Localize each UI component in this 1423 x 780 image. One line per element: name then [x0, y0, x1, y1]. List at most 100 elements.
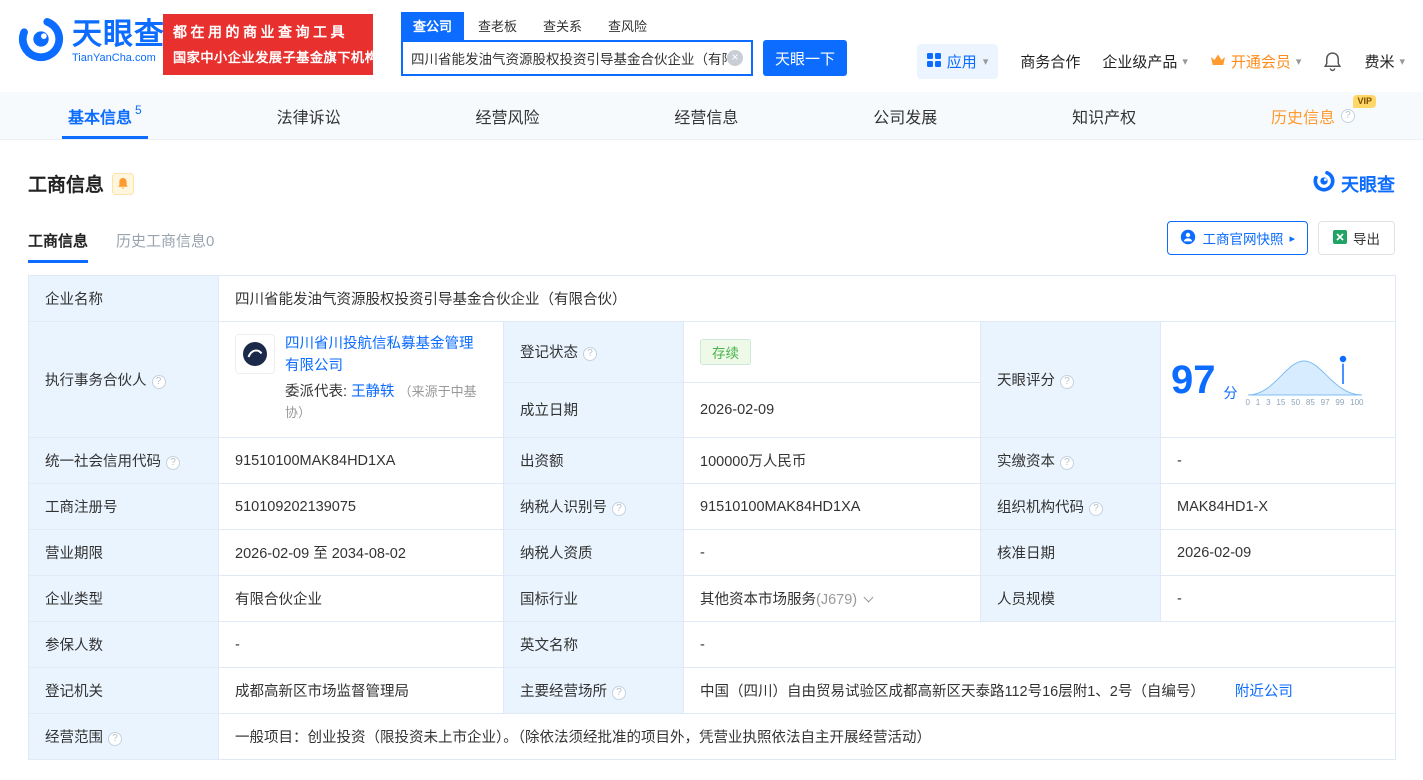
- industry-label: 国标行业: [503, 575, 684, 622]
- notifications-bell-icon[interactable]: [1323, 51, 1342, 72]
- search-area: 查公司 查老板 查关系 查风险 × 天眼一下: [401, 12, 847, 76]
- company-name-value: 四川省能发油气资源股权投资引导基金合伙企业（有限合伙）: [217, 275, 1397, 322]
- tianyancha-logo[interactable]: 天眼查 TianYanCha.com: [18, 16, 165, 67]
- company-section-tabs: 基本信息 5 法律诉讼 经营风险 经营信息 公司发展 知识产权 历史信息 ? V…: [0, 92, 1423, 140]
- credit-code-label: 统一社会信用代码?: [28, 437, 219, 484]
- tab-history-info[interactable]: 历史信息 ? VIP: [1265, 92, 1376, 139]
- tab-basic-info[interactable]: 基本信息 5: [62, 92, 148, 139]
- paid-capital-label: 实缴资本?: [980, 437, 1161, 484]
- search-tabs: 查公司 查老板 查关系 查风险: [401, 12, 847, 40]
- tab-basic-info-label: 基本信息: [68, 109, 133, 127]
- business-term-value: 2026-02-09 至 2034-08-02: [218, 529, 504, 576]
- taxpayer-quality-label: 纳税人资质: [503, 529, 684, 576]
- user-account-menu[interactable]: 费米 ▾: [1364, 51, 1405, 72]
- search-input[interactable]: [411, 50, 727, 66]
- executive-partner-label: 执行事务合伙人?: [28, 321, 219, 438]
- export-button-label: 导出: [1353, 232, 1380, 247]
- help-icon[interactable]: ?: [583, 347, 597, 362]
- table-row: 企业名称 四川省能发油气资源股权投资引导基金合伙企业（有限合伙）: [28, 275, 1397, 322]
- snapshot-button-label: 工商官网快照: [1202, 232, 1284, 247]
- tab-company-development-label: 公司发展: [873, 109, 938, 127]
- official-snapshot-button[interactable]: 工商官网快照 ▸: [1167, 221, 1308, 255]
- arrow-right-icon: ▸: [1289, 232, 1295, 245]
- enterprise-products-label: 企业级产品: [1102, 54, 1178, 71]
- chevron-down-icon: ▾: [982, 56, 989, 68]
- help-icon[interactable]: ?: [151, 375, 166, 389]
- tab-basic-info-badge: 5: [135, 102, 142, 117]
- industry-value: 其他资本市场服务(J679): [683, 575, 981, 622]
- score-axis-ticks: 0 1 3 15 50 85 97 99 100: [1245, 397, 1364, 407]
- clear-search-icon[interactable]: ×: [727, 50, 743, 66]
- help-icon[interactable]: ?: [1340, 108, 1355, 123]
- address-label: 主要经营场所?: [503, 667, 684, 714]
- enterprise-products-menu[interactable]: 企业级产品 ▾: [1102, 51, 1188, 72]
- search-tab-company[interactable]: 查公司: [401, 12, 465, 40]
- snapshot-person-icon: [1180, 229, 1196, 248]
- tianyancha-watermark-logo: 天眼查: [1313, 170, 1395, 197]
- tab-history-info-label: 历史信息: [1270, 109, 1335, 127]
- search-box[interactable]: ×: [401, 40, 753, 76]
- apps-menu[interactable]: 应用 ▾: [916, 44, 999, 79]
- score-unit: 分: [1223, 384, 1238, 401]
- org-code-value: MAK84HD1-X: [1159, 483, 1397, 530]
- help-icon[interactable]: ?: [108, 732, 122, 746]
- help-icon[interactable]: ?: [166, 456, 180, 470]
- status-badge: 存续: [700, 338, 751, 365]
- tab-operational-risk-label: 经营风险: [475, 109, 540, 127]
- reg-number-label: 工商注册号: [28, 483, 219, 530]
- excel-icon: [1333, 229, 1347, 247]
- insured-count-label: 参保人数: [28, 621, 219, 668]
- help-icon[interactable]: ?: [612, 502, 626, 516]
- help-icon[interactable]: ?: [1060, 375, 1074, 389]
- tab-intellectual-property-label: 知识产权: [1072, 109, 1137, 127]
- search-button[interactable]: 天眼一下: [763, 40, 847, 76]
- english-name-value: -: [682, 621, 1397, 668]
- open-vip-menu[interactable]: 开通会员 ▾: [1210, 51, 1302, 72]
- reg-status-label: 登记状态?: [503, 321, 684, 383]
- taxpayer-id-label: 纳税人识别号?: [503, 483, 684, 530]
- tab-legal-proceedings-label: 法律诉讼: [276, 109, 341, 127]
- subtab-business-registration[interactable]: 工商信息: [28, 230, 89, 263]
- business-scope-label: 经营范围?: [28, 713, 219, 760]
- user-name: 费米: [1364, 54, 1395, 71]
- score-distribution-chart: 0 1 3 15 50 85 97 99 100: [1246, 353, 1364, 407]
- partner-company-link[interactable]: 四川省川投航信私募基金管理有限公司: [285, 336, 474, 374]
- tab-intellectual-property[interactable]: 知识产权: [1066, 92, 1142, 139]
- help-icon[interactable]: ?: [612, 686, 626, 700]
- tab-operational-risk[interactable]: 经营风险: [469, 92, 545, 139]
- help-icon[interactable]: ?: [1060, 456, 1074, 470]
- search-tab-relation[interactable]: 查关系: [531, 12, 594, 40]
- business-registration-table: 企业名称 四川省能发油气资源股权投资引导基金合伙企业（有限合伙） 执行事务合伙人…: [28, 275, 1397, 760]
- score-number: 97: [1171, 357, 1216, 402]
- help-icon[interactable]: ?: [1089, 502, 1103, 516]
- approval-date-label: 核准日期: [980, 529, 1161, 576]
- tab-legal-proceedings[interactable]: 法律诉讼: [271, 92, 347, 139]
- executive-partner-value: 四川省川投航信私募基金管理有限公司 委派代表: 王静轶 （来源于中基协）: [218, 321, 504, 438]
- chevron-down-icon[interactable]: [863, 592, 874, 603]
- partner-company-logo: [235, 334, 275, 374]
- english-name-label: 英文名称: [503, 621, 684, 668]
- table-row: 登记机关 成都高新区市场监督管理局 主要经营场所? 中国（四川）自由贸易试验区成…: [28, 667, 1397, 714]
- capital-value: 100000万人民币: [683, 437, 981, 484]
- score-value: 97 分 0 1 3 15 50 85 97 99 100: [1159, 321, 1397, 438]
- tab-business-info[interactable]: 经营信息: [668, 92, 744, 139]
- main-content: 工商信息 天眼查 工商信息 历史工商信息0 工商官网快照 ▸ 导出 企业名称 四…: [0, 170, 1423, 780]
- table-row: 营业期限 2026-02-09 至 2034-08-02 纳税人资质 - 核准日…: [28, 529, 1397, 576]
- nearby-companies-link[interactable]: 附近公司: [1235, 684, 1293, 700]
- chevron-down-icon: ▾: [1295, 56, 1302, 68]
- top-bar: 天眼查 TianYanCha.com 都在用的商业查询工具 国家中小企业发展子基…: [0, 0, 1423, 92]
- insured-count-value: -: [218, 621, 504, 668]
- rep-name-link[interactable]: 王静轶: [351, 384, 395, 400]
- tab-company-development[interactable]: 公司发展: [867, 92, 943, 139]
- established-date-value: 2026-02-09: [683, 381, 981, 439]
- search-tab-boss[interactable]: 查老板: [466, 12, 529, 40]
- export-button[interactable]: 导出: [1318, 221, 1395, 255]
- search-tab-risk[interactable]: 查风险: [596, 12, 659, 40]
- business-cooperation-link[interactable]: 商务合作: [1020, 51, 1080, 72]
- subtab-history-registration[interactable]: 历史工商信息0: [116, 230, 214, 263]
- reg-authority-value: 成都高新区市场监督管理局: [218, 667, 504, 714]
- monitor-bell-icon[interactable]: [112, 172, 135, 195]
- paid-capital-value: -: [1159, 437, 1397, 484]
- apps-menu-label: 应用: [946, 54, 977, 71]
- table-row: 执行事务合伙人? 四川省川投航信私募基金管理有限公司 委派代表: 王静轶 （来源…: [28, 321, 1397, 438]
